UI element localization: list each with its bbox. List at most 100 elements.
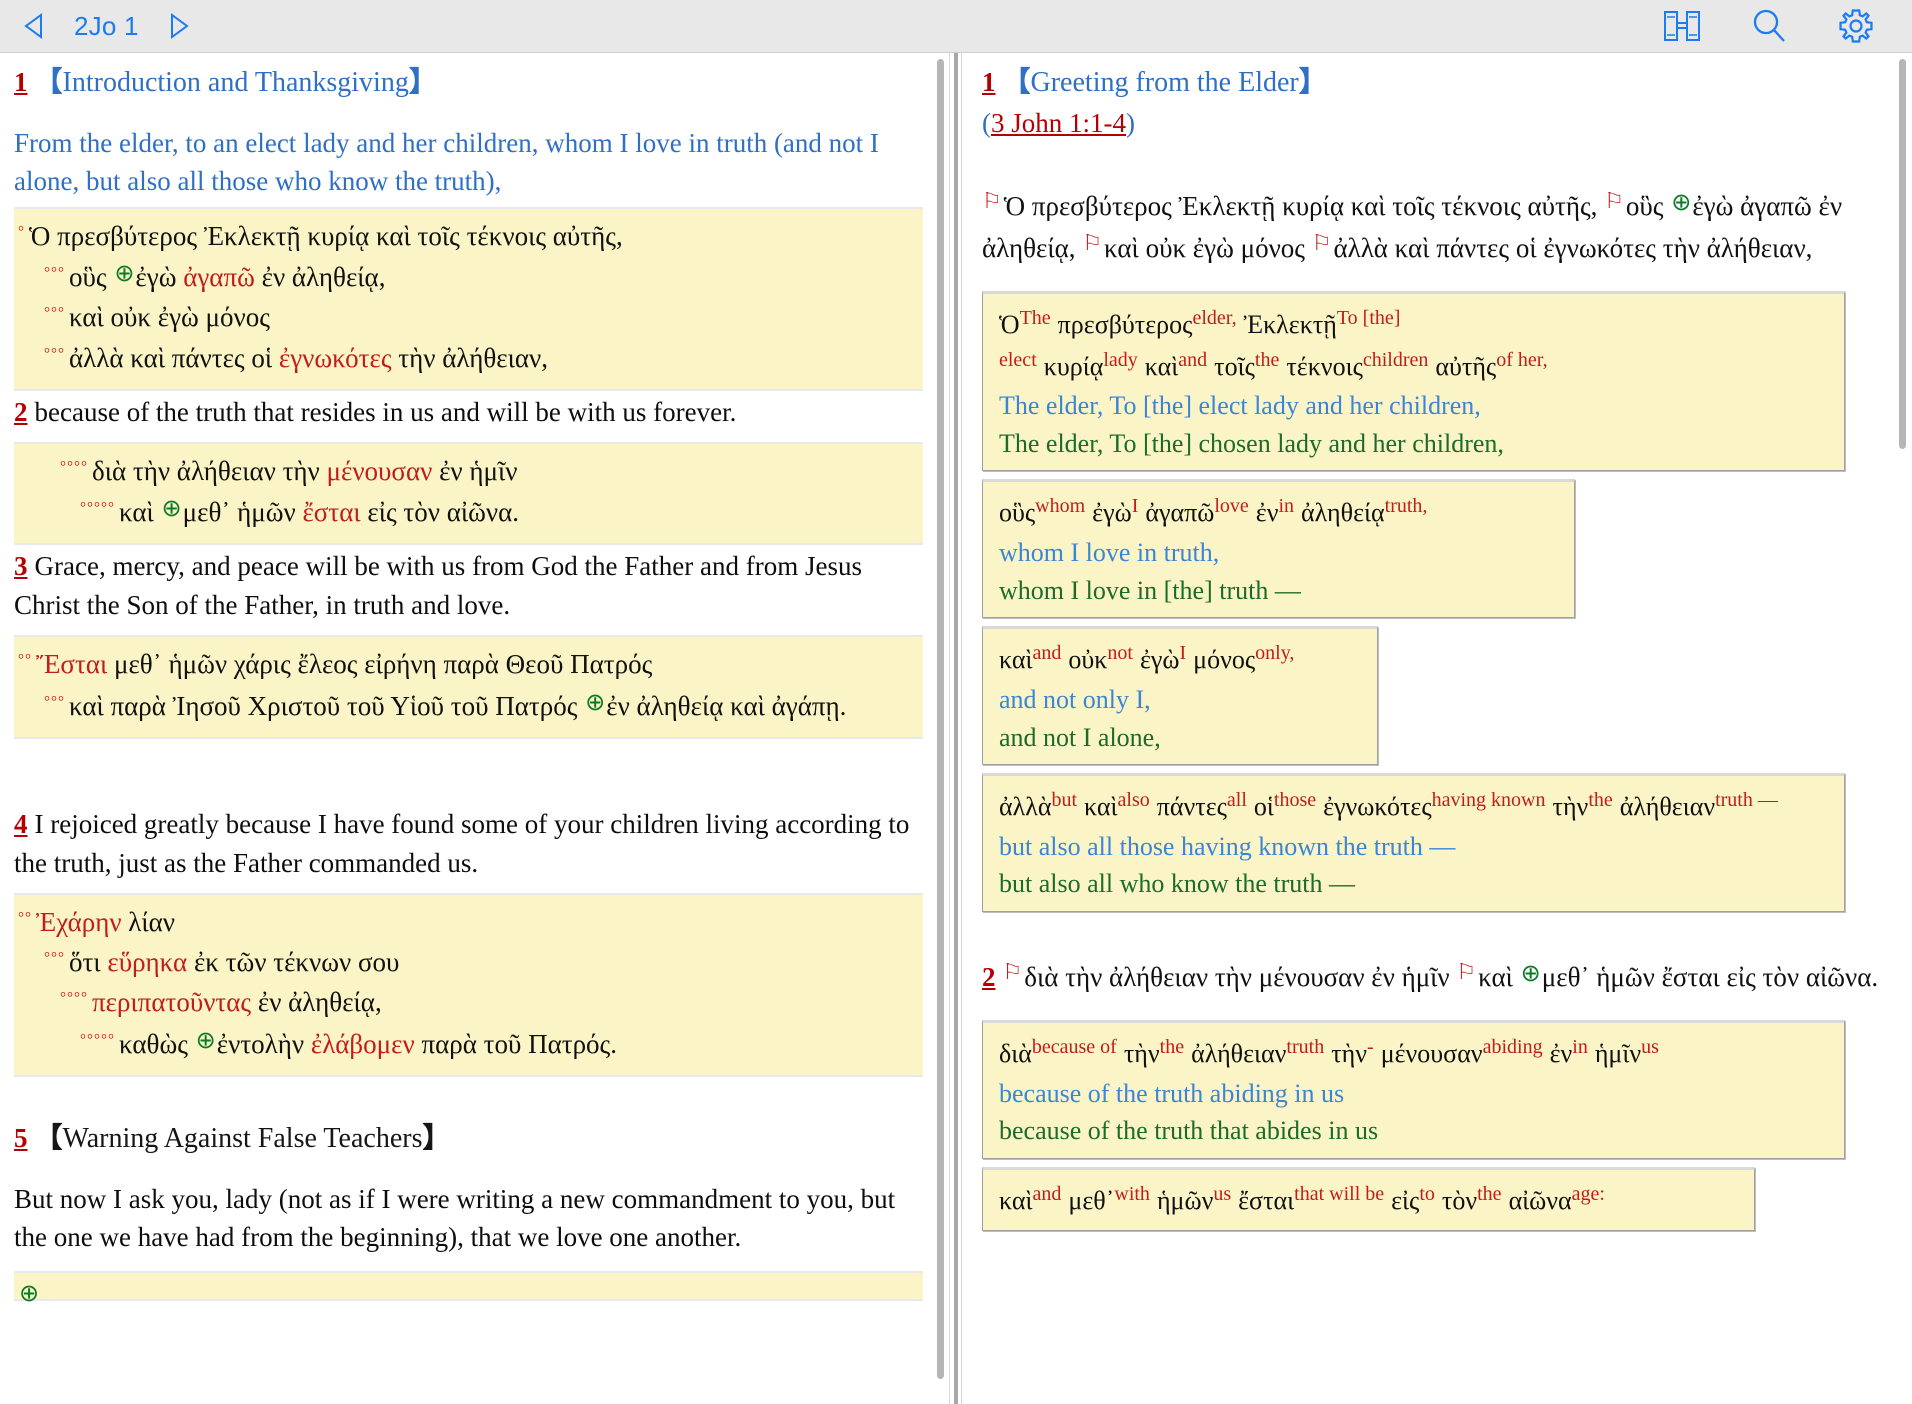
triangle-right-icon[interactable] xyxy=(165,11,191,41)
english-gloss: with xyxy=(1114,1183,1150,1206)
english-gloss: also xyxy=(1117,789,1150,812)
interlinear-card[interactable]: ὉThe πρεσβύτεροςelder, ἘκλεκτῇTo [the] ele… xyxy=(982,291,1846,472)
greek-word[interactable]: Ὁ xyxy=(999,310,1020,339)
interlinear-card[interactable]: διὰbecause of τὴνthe ἀλήθειανtruth τὴν-μένο… xyxy=(982,1020,1846,1160)
cross-symbol-icon: ⊕ xyxy=(1520,961,1541,988)
greek-text: μεθ᾽ ἡμῶν xyxy=(182,497,303,528)
paren-close: ) xyxy=(1126,107,1135,138)
greek-word[interactable]: Ἐκλεκτῇ xyxy=(1244,310,1337,339)
verse-number[interactable]: 4 xyxy=(14,809,28,839)
greek-word[interactable]: οὓς xyxy=(999,498,1035,527)
flag-marker-icon[interactable]: ⚐ xyxy=(1312,231,1332,256)
flag-marker-icon[interactable]: ⚐ xyxy=(1604,189,1624,214)
greek-word[interactable]: ἡμῖν xyxy=(1595,1039,1641,1068)
verse-number[interactable]: 2 xyxy=(982,962,996,992)
greek-word[interactable]: τὴν xyxy=(1124,1039,1160,1068)
greek-word[interactable]: καὶ xyxy=(999,1186,1033,1215)
greek-word[interactable]: καὶ xyxy=(1084,792,1118,821)
bracket-open: 【 xyxy=(34,1122,63,1154)
greek-word[interactable]: ἐγὼ xyxy=(1140,645,1180,674)
left-pane-scrollbar[interactable] xyxy=(935,59,946,1389)
greek-word[interactable]: πάντες xyxy=(1157,792,1227,821)
scrollbar-thumb[interactable] xyxy=(937,59,944,1379)
english-gloss: The xyxy=(1019,307,1051,330)
english-gloss: only, xyxy=(1255,642,1295,665)
greek-text: καὶ xyxy=(119,497,161,528)
toolbar-actions xyxy=(1662,6,1890,46)
greek-word[interactable]: τοῖς xyxy=(1214,352,1255,381)
greek-word[interactable]: μεθ᾽ xyxy=(1068,1186,1114,1215)
english-gloss: the xyxy=(1477,1183,1502,1206)
greek-line: °°°° περιπατοῦντας ἐν ἀληθείᾳ, xyxy=(18,983,915,1021)
greek-word[interactable]: ἀλήθειαν xyxy=(1191,1039,1286,1068)
greek-text: διὰ τὴν ἀλήθειαν τὴν μένουσαν ἐν ἡμῖν xyxy=(1024,962,1457,993)
greek-word[interactable]: αὐτῆς xyxy=(1435,352,1496,381)
section-heading-2: 5 【Warning Against False Teachers】 xyxy=(14,1121,923,1158)
translation-line-primary: whom I love in truth, xyxy=(999,537,1220,567)
verse-number[interactable]: 2 xyxy=(14,397,28,427)
greek-word[interactable]: ἡμῶν xyxy=(1157,1186,1213,1215)
greek-word[interactable]: ἐν xyxy=(1550,1039,1573,1068)
greek-word[interactable]: καὶ xyxy=(999,645,1033,674)
flag-marker-icon[interactable]: ⚐ xyxy=(1456,960,1476,985)
flag-marker-icon[interactable]: ⚐ xyxy=(982,189,1002,214)
greek-word[interactable]: καὶ xyxy=(1145,352,1179,381)
greek-word[interactable]: οὐκ xyxy=(1068,645,1107,674)
greek-word[interactable]: ἀλήθειαν xyxy=(1620,792,1715,821)
parallel-view-icon[interactable] xyxy=(1662,8,1702,44)
greek-word[interactable]: εἰς xyxy=(1391,1186,1419,1215)
interlinear-card[interactable]: ἀλλὰbut καὶalso πάντεςall οἱthose ἐγνωκότεςh… xyxy=(982,773,1846,913)
interlinear-card[interactable]: καὶand οὐκnot ἐγὼI μόνοςonly, and not only I… xyxy=(982,626,1378,766)
scrollbar-thumb[interactable] xyxy=(1899,59,1906,449)
greek-word[interactable]: τὸν xyxy=(1442,1186,1477,1215)
verse-number[interactable]: 1 xyxy=(982,67,996,97)
greek-word[interactable]: τὴν xyxy=(1331,1039,1367,1068)
greek-text: διὰ τὴν ἀλήθειαν τὴν xyxy=(92,455,327,486)
greek-text: καὶ οὐκ ἐγὼ μόνος xyxy=(1104,232,1312,263)
greek-word[interactable]: κυρίᾳ xyxy=(1044,352,1104,381)
greek-word[interactable]: μένουσαν xyxy=(1381,1039,1483,1068)
english-gloss: - xyxy=(1367,1036,1374,1059)
english-gloss: I xyxy=(1179,642,1187,665)
greek-word[interactable]: ἔσται xyxy=(1238,1186,1294,1215)
interlinear-card[interactable]: καὶand μεθ᾽with ἡμῶνus ἔσταιthat will be εἰς… xyxy=(982,1167,1756,1231)
greek-line: °°° καὶ παρὰ Ἰησοῦ Χριστοῦ τοῦ Υἱοῦ τοῦ Π… xyxy=(18,686,915,725)
search-icon[interactable] xyxy=(1750,7,1788,45)
greek-word[interactable]: πρεσβύτερος xyxy=(1058,310,1193,339)
english-gloss: that will be xyxy=(1294,1183,1385,1206)
verse-5-english: But now I ask you, lady (not as if I wer… xyxy=(14,1183,896,1253)
greek-word[interactable]: ἀγαπῶ xyxy=(1145,498,1214,527)
greek-word[interactable]: ἀλλὰ xyxy=(999,792,1051,821)
greek-text: καὶ οὐκ ἐγὼ μόνος xyxy=(69,302,270,333)
reference-label[interactable]: 2Jo 1 xyxy=(68,11,145,42)
right-pane-scrollbar[interactable] xyxy=(1897,59,1908,459)
english-gloss: love xyxy=(1214,495,1249,518)
verse-2-line: 2 because of the truth that resides in us… xyxy=(14,393,923,432)
greek-word[interactable]: ἐγνωκότες xyxy=(1323,792,1431,821)
interlinear-card[interactable]: οὓςwhom ἐγὼI ἀγαπῶlove ἐνin ἀληθείᾳtruth, who… xyxy=(982,479,1576,619)
bracket-close: 】 xyxy=(408,67,437,98)
gear-icon[interactable] xyxy=(1836,6,1876,46)
greek-word[interactable]: ἀληθείᾳ xyxy=(1301,498,1385,527)
greek-word[interactable]: οἱ xyxy=(1254,792,1274,821)
triangle-left-icon[interactable] xyxy=(22,11,48,41)
greek-word[interactable]: ἐγὼ xyxy=(1092,498,1132,527)
verse-number[interactable]: 3 xyxy=(14,551,28,581)
verse-number[interactable]: 1 xyxy=(14,67,28,97)
greek-word[interactable]: διὰ xyxy=(999,1039,1032,1068)
pane-divider-handle[interactable] xyxy=(949,53,962,1404)
greek-word[interactable]: μόνος xyxy=(1193,645,1255,674)
english-gloss: us xyxy=(1213,1183,1232,1206)
greek-text: ἐντολὴν xyxy=(216,1028,311,1059)
verse-number[interactable]: 5 xyxy=(14,1123,28,1153)
greek-text: ἐν ἀληθείᾳ καὶ ἀγάπῃ. xyxy=(606,690,847,721)
flag-marker-icon[interactable]: ⚐ xyxy=(1082,231,1102,256)
greek-word[interactable]: τέκνοις xyxy=(1286,352,1363,381)
greek-word[interactable]: τὴν xyxy=(1553,792,1589,821)
cross-reference-link[interactable]: 3 John 1:1-4 xyxy=(991,108,1126,138)
flag-marker-icon[interactable]: ⚐ xyxy=(1003,960,1023,985)
greek-word[interactable]: αἰῶνα xyxy=(1509,1186,1572,1215)
greek-word[interactable]: ἐν xyxy=(1256,498,1279,527)
